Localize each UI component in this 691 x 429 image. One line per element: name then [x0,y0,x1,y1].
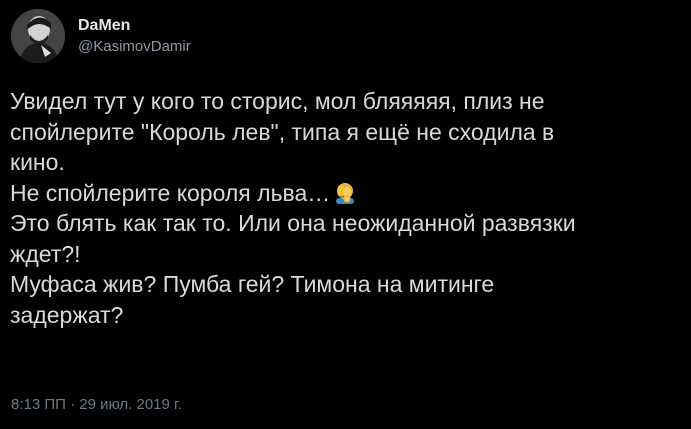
tweet-text: Увидел тут у кого то сторис, мол бляяяяя… [10,86,680,330]
tweet-text-line: спойлерите "Король лев", типа я ещё не с… [10,118,555,145]
tweet-text-line: кино. [10,149,65,175]
tweet-text-line: Это блять как так то. Или она неожиданно… [10,210,576,236]
avatar[interactable] [11,9,65,63]
facepalm-emoji-icon [333,180,357,204]
tweet-timestamp[interactable]: 8:13 ПП · 29 июл. 2019 г. [11,396,182,414]
tweet-text-line: ждет?! [10,240,81,267]
tweet-header: DaMen @KasimovDamir [11,9,191,63]
tweet-text-fragment: Не спойлерите короля льва… [10,179,331,206]
tweet-text-line-with-emoji: Не спойлерите короля льва… [10,178,680,209]
author-display-name[interactable]: DaMen [78,16,191,36]
tweet-text-line: задержат? [10,301,124,328]
tweet-text-line: Муфаса жив? Пумба гей? Тимона на митинге [10,271,495,297]
author-handle[interactable]: @KasimovDamir [78,37,191,57]
avatar-photo-icon [11,9,65,63]
tweet-card: DaMen @KasimovDamir Увидел тут у кого то… [0,0,691,429]
author-names: DaMen @KasimovDamir [78,16,191,57]
tweet-text-line: Увидел тут у кого то сторис, мол бляяяяя… [10,88,545,114]
